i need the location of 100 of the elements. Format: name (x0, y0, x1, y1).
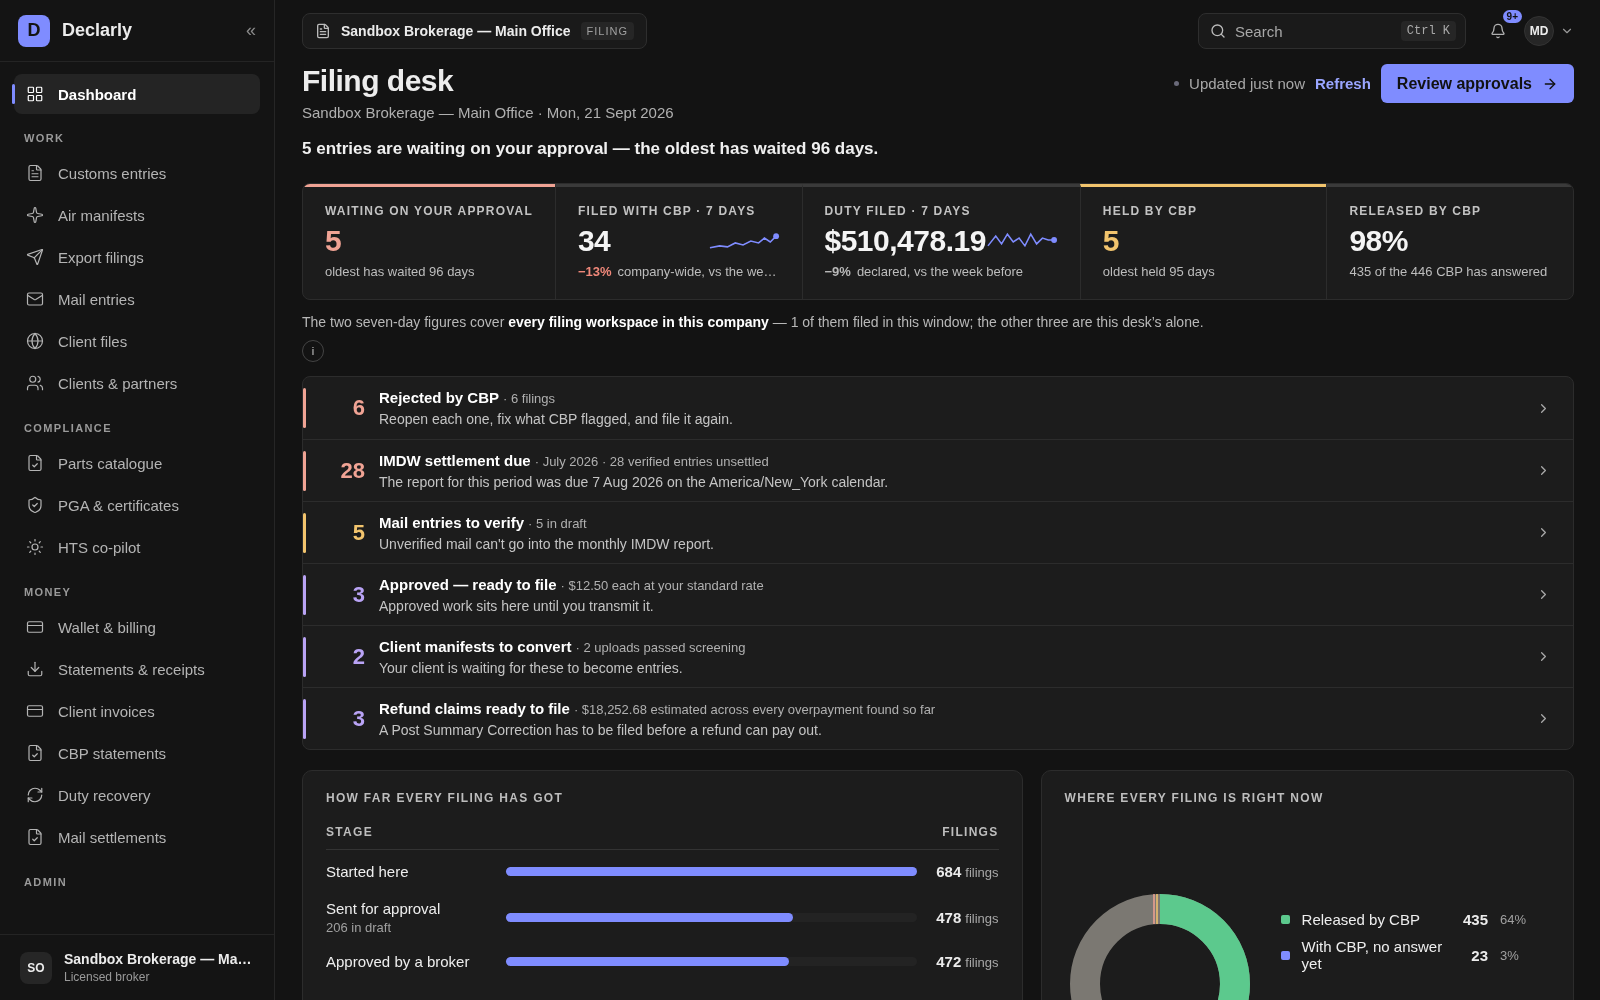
kpi-delta: −13% (577, 264, 612, 279)
stage-unit: filings (965, 954, 999, 970)
logo: D (18, 14, 50, 47)
document-icon (315, 23, 331, 39)
sidebar-item[interactable]: HTS co-pilot (14, 526, 260, 568)
stage-note: 206 in draft (326, 919, 393, 935)
legend-count: 435 (1462, 911, 1488, 928)
workspace-chip[interactable]: Sandbox Brokerage — Main Office FILING (302, 13, 647, 49)
task-row[interactable]: 6 Rejected by CBP · 6 filings Reopen each one, fix what CBP flagged, and file it again. (303, 377, 1573, 439)
sidebar-item[interactable]: PGA & certificates (14, 484, 260, 526)
task-row[interactable]: 5 Mail entries to verify · 5 in draft Unverified mail can't go into the monthly IMDW report. (303, 501, 1573, 563)
sidebar-item[interactable]: Client invoices (14, 690, 260, 732)
account-name[interactable]: Sandbox Brokerage — Ma… (64, 951, 252, 967)
search-icon (1210, 23, 1226, 39)
kpi-label: DUTY FILED · 7 DAYS (824, 204, 972, 218)
task-count: 2 (351, 643, 366, 670)
page-title: Filing desk (302, 64, 455, 98)
task-count: 3 (351, 581, 366, 608)
task-row[interactable]: 2 Client manifests to convert · 2 uploads passed screening Your client is waiting for these to become entries. (303, 625, 1573, 687)
sidebar-item[interactable]: Customs entries (14, 152, 260, 194)
kpi-value: 34 (577, 224, 611, 258)
refresh-link[interactable]: Refresh (1314, 75, 1371, 92)
kpi-label: RELEASED BY CBP (1349, 204, 1483, 218)
collapse-button[interactable]: « (246, 20, 256, 41)
task-meta: · July 2026 · 28 verified entries unsettled (534, 453, 769, 469)
footnote: The two seven-day figures cover every filing workspace in this company — 1 of them filed in this window; the other three are this desk’s alone. (302, 314, 1205, 330)
sidebar-item[interactable]: Statements & receipts (14, 648, 260, 690)
task-title: IMDW settlement due (379, 451, 531, 469)
document-check-icon (26, 454, 44, 472)
user-menu[interactable]: MD (1524, 16, 1574, 46)
sidebar-item[interactable]: CBP statements (14, 732, 260, 774)
sidebar-item[interactable]: Client files (14, 320, 260, 362)
legend-share: 3% (1500, 947, 1520, 963)
kpi-note: declared, vs the week before (856, 264, 1024, 279)
task-row[interactable]: 3 Approved — ready to file · $12.50 each at your standard rate Approved work sits here until you transmit it. (303, 563, 1573, 625)
task-description: Unverified mail can't go into the monthly IMDW report. (379, 535, 715, 552)
kpi-value: $510,478.19 (824, 224, 986, 258)
task-meta: · 2 uploads passed screening (575, 639, 746, 655)
task-count: 5 (351, 519, 366, 546)
card-icon (26, 702, 44, 720)
card-icon (26, 618, 44, 636)
section-heading: ADMIN (23, 875, 69, 890)
stage-label: Approved by a broker (326, 952, 471, 970)
task-count: 28 (339, 457, 366, 484)
sidebar-item[interactable]: Air manifests (14, 194, 260, 236)
paper-plane-icon (26, 248, 44, 266)
sidebar-item[interactable]: Dashboard (14, 74, 260, 114)
sparkle-icon (26, 206, 44, 224)
sidebar-item[interactable]: Wallet & billing (14, 606, 260, 648)
sun-icon (26, 538, 44, 556)
user-avatar: MD (1524, 16, 1554, 46)
kpi-value: 98% (1349, 224, 1408, 258)
stage-label: Started here (326, 862, 410, 880)
workspace-name: Sandbox Brokerage — Main Office (341, 23, 571, 39)
notification-count: 9+ (1502, 10, 1522, 23)
bell-icon (1490, 23, 1506, 39)
task-meta: · $12.50 each at your standard rate (560, 577, 764, 593)
stage-count: 478 (936, 908, 962, 926)
task-description: Approved work sits here until you transmit it. (379, 597, 655, 614)
task-title: Approved — ready to file (379, 575, 557, 593)
legend-label: With CBP, no answer yet (1301, 938, 1444, 972)
shortcut-key: Ctrl K (1400, 21, 1456, 41)
update-status: Updated just now (1189, 75, 1305, 92)
task-count: 3 (351, 705, 366, 732)
sidebar-item[interactable]: Export filings (14, 236, 260, 278)
kpi-note: oldest has waited 96 days (325, 264, 475, 279)
stage-label: Sent for approval (326, 899, 442, 917)
task-title: Refund claims ready to file (379, 699, 570, 717)
document-check-icon (26, 744, 44, 762)
review-approvals-button[interactable]: Review approvals (1380, 64, 1574, 103)
task-title: Mail entries to verify (379, 513, 525, 531)
shield-check-icon (26, 496, 44, 514)
kpi-value: 5 (325, 224, 342, 258)
legend-count: 23 (1471, 946, 1488, 964)
legend-label: Released by CBP (1301, 911, 1421, 928)
document-icon (26, 164, 44, 182)
section-heading: WORK (23, 131, 66, 146)
sidebar-item[interactable]: Duty recovery (14, 774, 260, 816)
task-row[interactable]: 28 IMDW settlement due · July 2026 · 28 verified entries unsettled The report for this period was due 7 Aug 2026 on the America/New_York calendar. (303, 439, 1573, 501)
sidebar-item[interactable]: Mail entries (14, 278, 260, 320)
envelope-icon (26, 290, 44, 308)
brand-name: Declarly (62, 20, 134, 41)
people-icon (26, 374, 44, 392)
kpi-label: HELD BY CBP (1102, 204, 1199, 218)
stage-count: 684 (936, 862, 962, 880)
sidebar-item[interactable]: Mail settlements (14, 816, 260, 858)
legend-share: 64% (1500, 912, 1528, 927)
card-title: WHERE EVERY FILING IS RIGHT NOW (1064, 791, 1325, 805)
kpi-note: oldest held 95 days (1102, 264, 1215, 279)
account-role: Licensed broker (64, 970, 151, 984)
task-description: The report for this period was due 7 Aug 2026 on the America/New_York calendar. (379, 473, 890, 490)
column-header: STAGE (326, 825, 373, 839)
sidebar-item[interactable]: Parts catalogue (14, 442, 260, 484)
stage-unit: filings (965, 910, 999, 926)
task-meta: · 5 in draft (528, 515, 587, 531)
sidebar-item[interactable]: Clients & partners (14, 362, 260, 404)
kpi-note: 435 of the 446 CBP has answered (1349, 264, 1548, 279)
task-row[interactable]: 3 Refund claims ready to file · $18,252.68 estimated across every overpayment found so far A Post Summary Correction has to be filed before a refund can pay out. (303, 687, 1573, 749)
account-avatar: SO (20, 951, 52, 984)
task-count: 6 (351, 395, 366, 421)
